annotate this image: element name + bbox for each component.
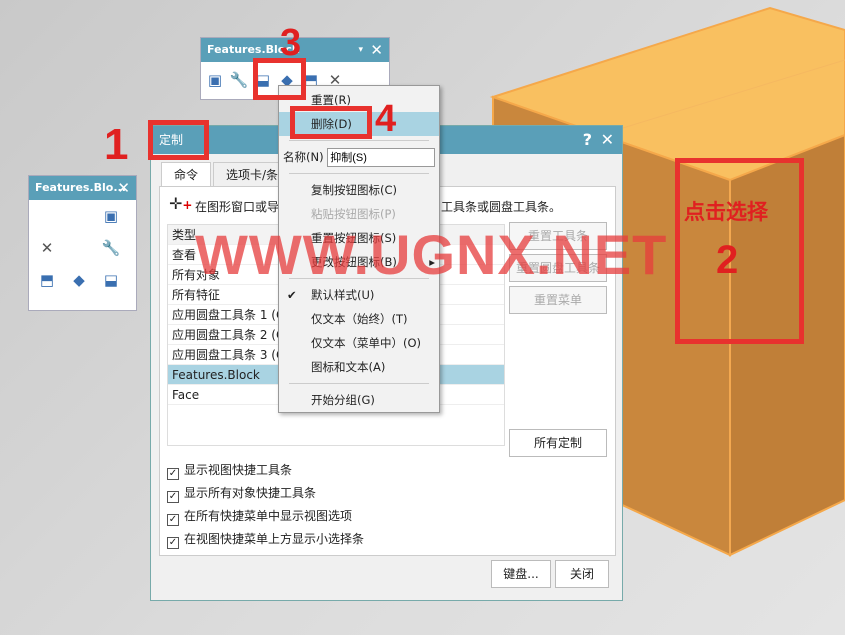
reset-toolbar-button[interactable]: 重置工具条 (509, 222, 607, 250)
menu-item-copy-icon[interactable]: 复制按钮图标(C) (279, 178, 439, 202)
help-icon[interactable]: ? (583, 126, 592, 154)
delete-icon[interactable]: ✕ (35, 236, 59, 260)
hint-text-right: 工具条或圆盘工具条。 (441, 200, 562, 214)
annotation-box-4 (290, 106, 372, 139)
checkbox-show-view-toolbar[interactable]: ✓ 显示视图快捷工具条 (167, 461, 292, 480)
toolbar-title: Features.Blo... (35, 181, 126, 194)
menu-item-text-only-menu[interactable]: 仅文本（菜单中）(O) (279, 331, 439, 355)
annotation-number-1: 1 (104, 120, 129, 169)
check-icon: ✔ (287, 288, 297, 302)
close-icon[interactable]: ✕ (117, 176, 130, 200)
menu-item-text-only-always[interactable]: 仅文本（始终）(T) (279, 307, 439, 331)
menu-item-icon-and-text[interactable]: 图标和文本(A) (279, 355, 439, 379)
checkbox-show-all-objects-toolbar[interactable]: ✓ 显示所有对象快捷工具条 (167, 484, 316, 503)
wrench-icon[interactable]: 🔧 (227, 68, 251, 92)
name-label: 名称(N) (283, 150, 324, 164)
submenu-arrow-icon: ▸ (429, 255, 435, 269)
hint-text: 在图形窗口或导 (195, 200, 280, 214)
annotation-number-4: 4 (375, 98, 397, 140)
wrench-icon[interactable]: 🔧 (99, 236, 123, 260)
menu-item-change-icon[interactable]: 更改按钮图标(B) ▸ (279, 250, 439, 274)
dropdown-icon[interactable]: ▾ (358, 38, 363, 62)
menu-item-default-style[interactable]: ✔ 默认样式(U) (279, 283, 439, 307)
block-icon[interactable]: ▣ (203, 68, 227, 92)
click-select-label: 点击选择 (684, 200, 768, 224)
name-input[interactable] (327, 147, 436, 167)
annotation-box-2 (675, 158, 804, 344)
annotation-number-3: 3 (280, 22, 302, 64)
block-icon[interactable]: ▣ (99, 204, 123, 228)
menu-item-paste-icon: 粘贴按钮图标(P) (311, 207, 396, 221)
features-left-toolbar: Features.Blo... ✕ ▣ ✕ 🔧 ⬒ ◆ ⬓ (28, 175, 137, 311)
close-icon[interactable]: ✕ (601, 126, 614, 154)
checkbox-view-options-in-menus[interactable]: ✓ 在所有快捷菜单中显示视图选项 (167, 507, 352, 526)
menu-item-reset-icon[interactable]: 重置按钮图标(S) (279, 226, 439, 250)
diamond-icon[interactable]: ◆ (67, 268, 91, 292)
annotation-number-2: 2 (716, 238, 739, 282)
feature-icon[interactable]: ⬒ (35, 268, 59, 292)
reset-radial-button[interactable]: 重置圆盘工具条 (509, 254, 607, 282)
tab-commands[interactable]: 命令 (161, 162, 212, 186)
suppress-icon[interactable]: ⬓ (99, 268, 123, 292)
all-customizations-button[interactable]: 所有定制 (509, 429, 607, 457)
close-icon[interactable]: ✕ (370, 38, 383, 62)
crosshair-add-icon: ✛+ (169, 194, 193, 213)
annotation-box-1 (148, 120, 209, 160)
close-button[interactable]: 关闭 (555, 560, 609, 588)
keyboard-button[interactable]: 键盘... (491, 560, 551, 588)
checkbox-mini-selection-bar[interactable]: ✓ 在视图快捷菜单上方显示小选择条 (167, 530, 364, 549)
menu-item-begin-group[interactable]: 开始分组(G) (279, 388, 439, 412)
reset-menu-button[interactable]: 重置菜单 (509, 286, 607, 314)
